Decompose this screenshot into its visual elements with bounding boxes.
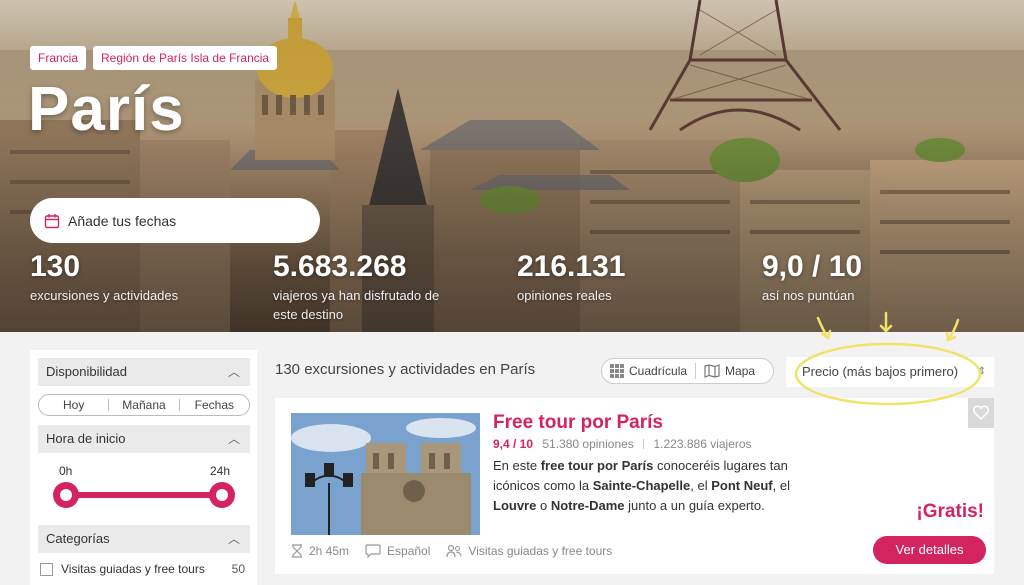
stat-activities: 130 excursiones y actividades xyxy=(30,250,230,305)
activity-rating: 9,4 / 10 xyxy=(493,437,534,451)
heart-icon xyxy=(973,405,989,420)
filter-header-label: Disponibilidad xyxy=(46,364,127,379)
feature-label: Español xyxy=(387,544,431,558)
divider xyxy=(643,439,645,449)
stat-label: opiniones reales xyxy=(517,288,612,303)
speech-bubble-icon xyxy=(365,544,381,558)
desc-highlight: free tour por París xyxy=(540,458,654,473)
chevron-up-icon: ︿ xyxy=(227,532,240,546)
sort-select[interactable]: Precio (más bajos primero) ⇕ xyxy=(786,357,994,387)
view-map-label: Mapa xyxy=(725,364,756,378)
filter-availability-header[interactable]: Disponibilidad ︿ xyxy=(38,358,250,386)
activity-reviews[interactable]: 51.380 opiniones xyxy=(542,437,633,451)
stat-label: así nos puntúan xyxy=(762,288,855,303)
category-option[interactable]: Visitas guiadas y free tours 50 xyxy=(40,562,245,576)
desc-text: o xyxy=(536,498,551,513)
activity-price: ¡Gratis! xyxy=(916,501,984,522)
desc-highlight: Notre-Dame xyxy=(550,498,625,513)
view-grid-label: Cuadrícula xyxy=(629,364,688,378)
stat-reviews: 216.131 opiniones reales xyxy=(517,250,677,305)
view-map-button[interactable]: Mapa xyxy=(696,364,763,378)
grid-icon xyxy=(610,364,624,378)
activity-image[interactable] xyxy=(291,413,480,535)
stat-label: excursiones y actividades xyxy=(30,288,179,303)
stat-value: 5.683.268 xyxy=(273,250,407,283)
time-range-max-handle[interactable] xyxy=(209,482,235,508)
feature-category: Visitas guiadas y free tours xyxy=(446,544,612,558)
people-icon xyxy=(446,544,462,558)
availability-segmented-control: Hoy Mañana Fechas xyxy=(38,394,250,416)
activity-features: 2h 45m Español Visitas guiadas y free to… xyxy=(291,544,628,558)
activity-title[interactable]: Free tour por París xyxy=(493,412,663,434)
time-range-min-label: 0h xyxy=(59,464,73,478)
category-checkbox[interactable] xyxy=(40,562,53,576)
time-range-min-handle[interactable] xyxy=(53,482,79,508)
activity-card[interactable]: Free tour por París 9,4 / 10 51.380 opin… xyxy=(275,398,994,574)
stat-rating: 9,0 / 10 así nos puntúan xyxy=(762,250,922,305)
stat-value: 216.131 xyxy=(517,250,626,283)
desc-text: junto a un guía experto. xyxy=(624,498,765,513)
hourglass-icon xyxy=(292,544,302,558)
activity-travelers: 1.223.886 viajeros xyxy=(653,437,752,451)
date-picker-input[interactable]: Añade tus fechas xyxy=(30,198,320,243)
time-range-track[interactable] xyxy=(66,492,224,498)
feature-duration: 2h 45m xyxy=(291,544,349,558)
filter-start-time-header[interactable]: Hora de inicio ︿ xyxy=(38,425,250,453)
chevron-up-icon: ︿ xyxy=(227,432,240,446)
feature-label: Visitas guiadas y free tours xyxy=(468,544,613,558)
stat-value: 9,0 / 10 xyxy=(762,250,863,283)
highlight-arrow-head xyxy=(945,331,957,342)
filters-sidebar: Disponibilidad ︿ Hoy Mañana Fechas Hora … xyxy=(30,350,257,585)
desc-text: , el xyxy=(690,478,712,493)
sort-updown-icon: ⇕ xyxy=(977,366,986,377)
category-count: 50 xyxy=(231,562,245,576)
view-toggle: Cuadrícula Mapa xyxy=(601,358,774,384)
chevron-up-icon: ︿ xyxy=(227,365,240,379)
availability-option-today[interactable]: Hoy xyxy=(39,398,108,412)
breadcrumb-region[interactable]: Región de París Isla de Francia xyxy=(93,46,278,70)
hero-banner: Francia Región de París Isla de Francia … xyxy=(0,0,1024,332)
sort-select-value: Precio (más bajos primero) xyxy=(802,364,959,379)
filter-header-label: Categorías xyxy=(46,531,110,546)
desc-highlight: Louvre xyxy=(493,498,537,513)
activity-meta: 9,4 / 10 51.380 opiniones 1.223.886 viaj… xyxy=(493,437,752,451)
results-count: 130 excursiones y actividades en París xyxy=(275,361,536,378)
desc-highlight: Pont Neuf xyxy=(711,478,773,493)
page-title: París xyxy=(28,75,185,144)
time-range-max-label: 24h xyxy=(210,464,231,478)
stat-travelers: 5.683.268 viajeros ya han disfrutado de … xyxy=(273,250,448,324)
stat-label: viajeros ya han disfrutado de este desti… xyxy=(273,288,440,322)
feature-language: Español xyxy=(365,544,430,558)
view-details-button[interactable]: Ver detalles xyxy=(873,536,986,564)
filter-header-label: Hora de inicio xyxy=(46,431,126,446)
availability-option-dates[interactable]: Fechas xyxy=(180,398,249,412)
calendar-icon xyxy=(44,213,60,228)
view-grid-button[interactable]: Cuadrícula xyxy=(602,364,695,378)
feature-label: 2h 45m xyxy=(309,544,350,558)
highlight-arrow-head xyxy=(820,329,832,340)
filter-categories-header[interactable]: Categorías ︿ xyxy=(38,525,250,553)
availability-option-tomorrow[interactable]: Mañana xyxy=(109,398,178,412)
category-label: Visitas guiadas y free tours xyxy=(61,562,205,576)
desc-text: , el xyxy=(772,478,790,493)
activity-description: En este free tour por París conoceréis l… xyxy=(493,456,813,516)
date-picker-placeholder: Añade tus fechas xyxy=(68,212,177,229)
stat-value: 130 xyxy=(30,250,81,283)
notre-dame-photo xyxy=(291,413,480,535)
breadcrumb-country[interactable]: Francia xyxy=(30,46,87,70)
desc-text: En este xyxy=(493,458,541,473)
map-icon xyxy=(704,364,720,378)
favorite-button[interactable] xyxy=(968,398,994,428)
desc-highlight: Sainte-Chapelle xyxy=(592,478,691,493)
